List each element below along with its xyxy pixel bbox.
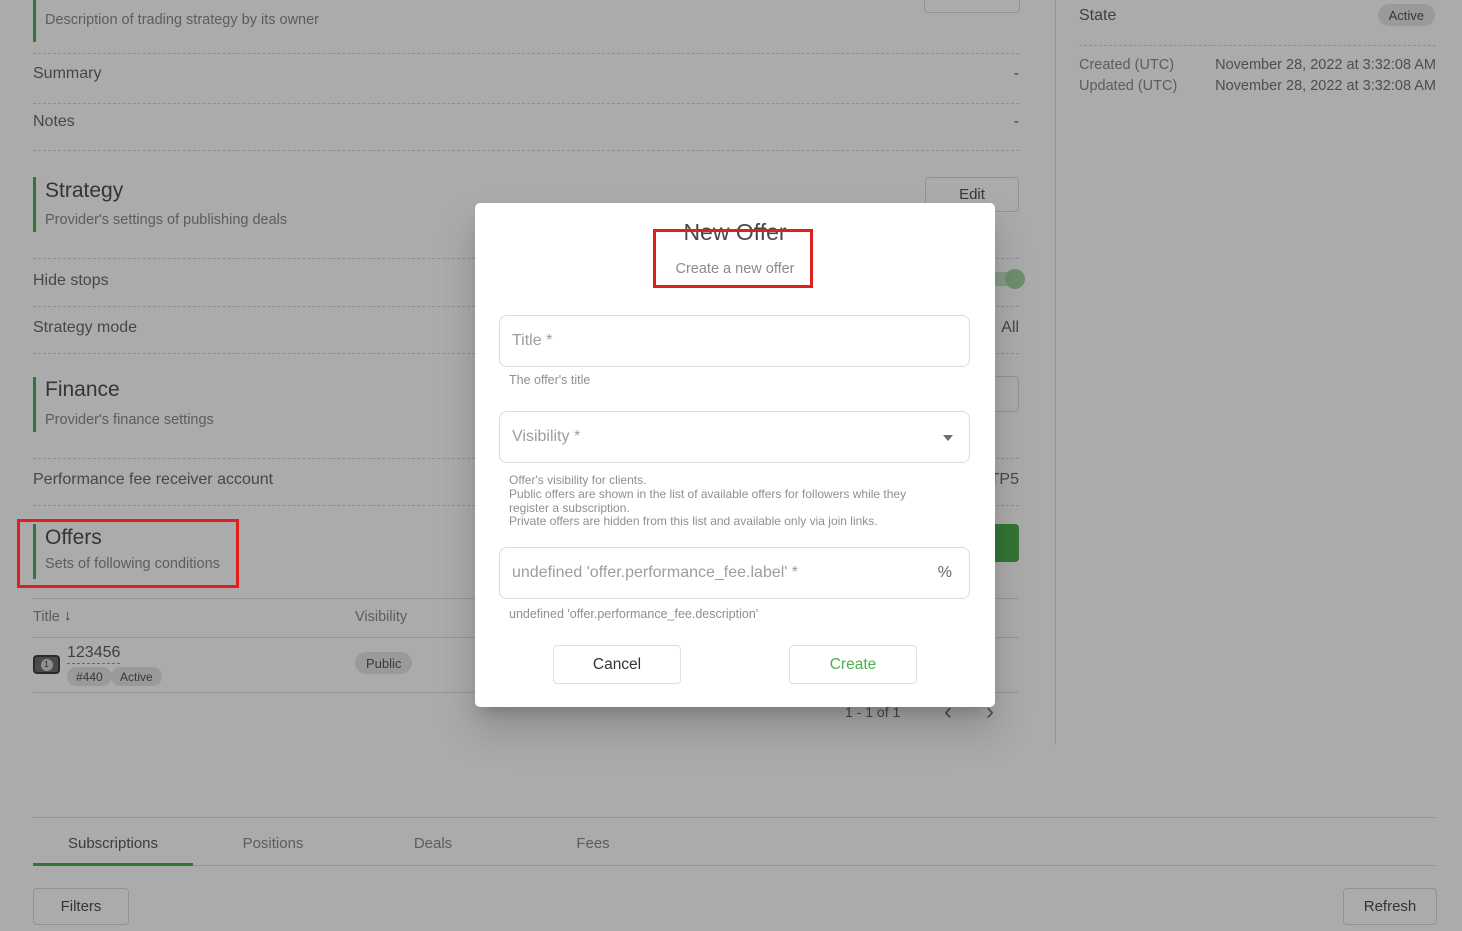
visibility-helper-line: Offer's visibility for clients. [509,474,906,488]
performance-fee-input-label: undefined 'offer.performance_fee.label' … [512,564,798,582]
annotation-box-offers-section [17,519,239,588]
strategy-details-page: Description of trading strategy by its o… [0,0,1462,931]
visibility-helper-line: register a subscription. [509,502,906,516]
visibility-helper-line: Private offers are hidden from this list… [509,515,906,529]
title-input[interactable]: Title * [499,315,970,367]
title-helper-text: The offer's title [509,373,590,387]
dropdown-arrow-icon[interactable] [943,435,953,441]
visibility-select-label: Visibility * [512,428,580,446]
performance-fee-input[interactable]: undefined 'offer.performance_fee.label' … [499,547,970,599]
create-button[interactable]: Create [789,645,917,684]
cancel-button[interactable]: Cancel [553,645,681,684]
annotation-box-dialog-title [653,229,813,288]
visibility-helper-text: Offer's visibility for clients. Public o… [509,474,906,529]
visibility-helper-line: Public offers are shown in the list of a… [509,488,906,502]
visibility-select[interactable]: Visibility * [499,411,970,463]
percent-suffix: % [938,564,952,582]
title-input-label: Title * [512,332,552,350]
performance-fee-helper-text: undefined 'offer.performance_fee.descrip… [509,607,758,621]
